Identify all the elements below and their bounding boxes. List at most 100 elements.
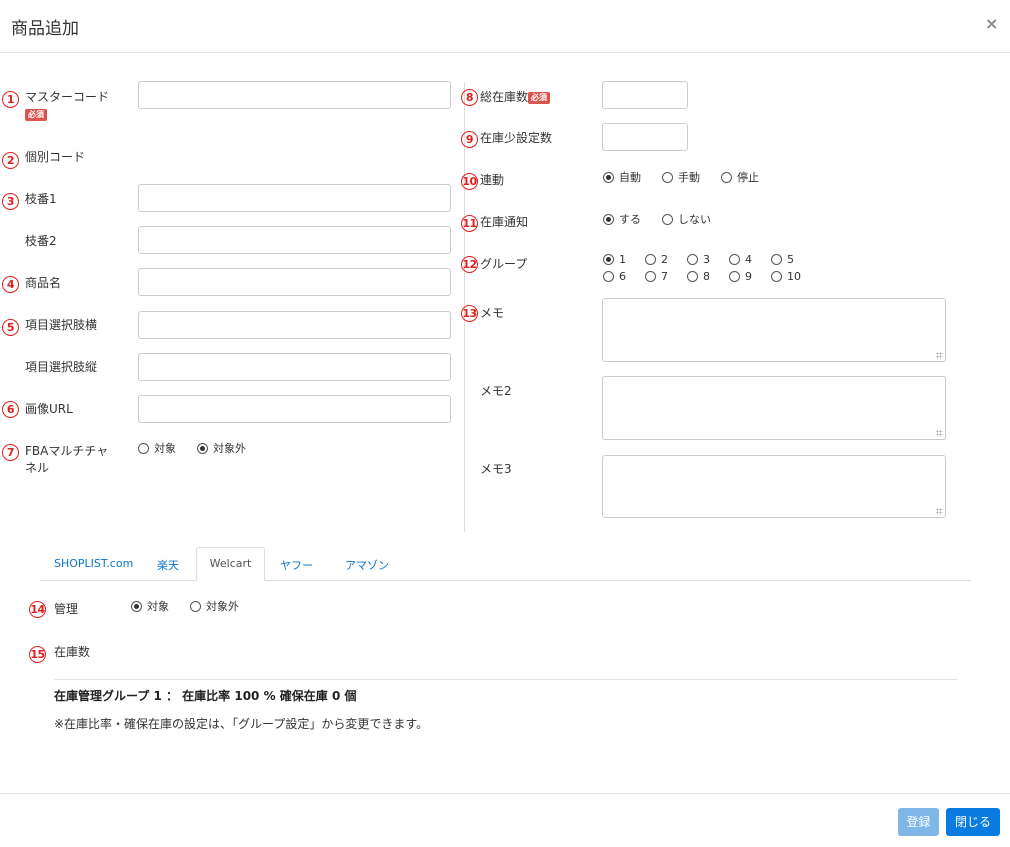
group-label: グループ	[480, 257, 528, 271]
group-radio-9[interactable]: 9	[729, 270, 752, 283]
fba-radio-target[interactable]: 対象	[138, 440, 176, 456]
radio-icon[interactable]	[729, 254, 740, 265]
option-vertical-label: 項目選択肢縦	[25, 360, 98, 374]
memo-label: メモ	[480, 306, 505, 320]
memo3-textarea[interactable]	[602, 455, 946, 518]
radio-icon[interactable]	[138, 442, 149, 454]
number-badge-1: 1	[2, 91, 19, 108]
number-badge-6: 6	[2, 401, 19, 418]
link-radio-manual[interactable]: 手動	[662, 169, 700, 185]
radio-checked-icon[interactable]	[131, 600, 142, 612]
stock-count-label: 在庫数	[54, 645, 91, 659]
low-stock-label: 在庫少設定数	[480, 131, 553, 145]
radio-icon[interactable]	[721, 171, 732, 183]
number-badge-14: 14	[29, 601, 46, 618]
resize-grip-icon[interactable]	[936, 430, 943, 437]
radio-icon[interactable]	[603, 271, 614, 282]
group-radio-5[interactable]: 5	[771, 253, 794, 266]
tab-bar-line	[40, 580, 971, 581]
radio-icon[interactable]	[687, 254, 698, 265]
radio-icon[interactable]	[687, 271, 698, 282]
total-stock-input[interactable]	[602, 81, 688, 109]
radio-checked-icon[interactable]	[603, 213, 614, 225]
manage-label: 管理	[54, 602, 79, 616]
branch2-input[interactable]	[138, 226, 451, 254]
group-radio-4[interactable]: 4	[729, 253, 752, 266]
number-badge-4: 4	[2, 276, 19, 293]
manage-radio-target[interactable]: 対象	[131, 598, 169, 614]
branch2-label: 枝番2	[25, 234, 57, 248]
radio-icon[interactable]	[771, 271, 782, 282]
tab-yahoo[interactable]: ヤフー	[280, 557, 313, 573]
close-button[interactable]: 閉じる	[946, 808, 1000, 836]
manage-radio-nontarget[interactable]: 対象外	[190, 598, 239, 614]
memo2-label: メモ2	[480, 384, 512, 398]
group-radio-3[interactable]: 3	[687, 253, 710, 266]
group-radio-1[interactable]: 1	[603, 253, 626, 266]
master-code-input[interactable]	[138, 81, 451, 109]
close-icon[interactable]: ×	[985, 14, 998, 33]
number-badge-5: 5	[2, 319, 19, 336]
individual-code-label: 個別コード	[25, 150, 86, 164]
radio-checked-icon[interactable]	[197, 442, 208, 454]
stock-notify-label: 在庫通知	[480, 215, 529, 229]
radio-icon[interactable]	[662, 213, 673, 225]
memo3-label: メモ3	[480, 462, 512, 476]
modal-title: 商品追加	[11, 19, 79, 39]
low-stock-input[interactable]	[602, 123, 688, 151]
group-radio-6[interactable]: 6	[603, 270, 626, 283]
panel-divider	[54, 679, 957, 680]
stock-note: ※在庫比率・確保在庫の設定は、「グループ設定」から変更できます。	[54, 717, 429, 731]
tab-welcart[interactable]: Welcart	[196, 547, 265, 581]
radio-icon[interactable]	[190, 600, 201, 612]
option-horizontal-input[interactable]	[138, 311, 451, 339]
group-radio-2[interactable]: 2	[645, 253, 668, 266]
link-label: 連動	[480, 173, 505, 187]
link-radio-auto[interactable]: 自動	[603, 169, 641, 185]
fba-label: FBAマルチチャネル	[25, 444, 109, 475]
number-badge-10: 10	[461, 173, 478, 190]
radio-icon[interactable]	[645, 271, 656, 282]
number-badge-12: 12	[461, 256, 478, 273]
number-badge-13: 13	[461, 305, 478, 322]
group-radio-10[interactable]: 10	[771, 270, 801, 283]
number-badge-11: 11	[461, 215, 478, 232]
resize-grip-icon[interactable]	[936, 352, 943, 359]
group-radio-7[interactable]: 7	[645, 270, 668, 283]
total-stock-label: 総在庫数 必須	[480, 89, 551, 106]
required-badge: 必須	[25, 108, 47, 121]
radio-icon[interactable]	[729, 271, 740, 282]
header-divider	[0, 52, 1010, 53]
notify-radio-yes[interactable]: する	[603, 211, 641, 227]
link-radio-stop[interactable]: 停止	[721, 169, 759, 185]
radio-icon[interactable]	[771, 254, 782, 265]
branch1-input[interactable]	[138, 184, 451, 212]
resize-grip-icon[interactable]	[936, 508, 943, 515]
register-button[interactable]: 登録	[898, 808, 939, 836]
radio-icon[interactable]	[662, 171, 673, 183]
number-badge-2: 2	[2, 152, 19, 169]
required-badge: 必須	[528, 91, 551, 104]
notify-radio-no[interactable]: しない	[662, 211, 711, 227]
tab-shoplist[interactable]: SHOPLIST.com	[54, 557, 133, 570]
number-badge-3: 3	[2, 193, 19, 210]
radio-icon[interactable]	[645, 254, 656, 265]
master-code-label: マスターコード必須	[25, 90, 110, 121]
memo2-textarea[interactable]	[602, 376, 946, 440]
tab-rakuten[interactable]: 楽天	[157, 557, 179, 573]
number-badge-7: 7	[2, 444, 19, 461]
image-url-label: 画像URL	[25, 402, 73, 416]
image-url-input[interactable]	[138, 395, 451, 423]
radio-checked-icon[interactable]	[603, 254, 614, 265]
option-vertical-input[interactable]	[138, 353, 451, 381]
group-radio-8[interactable]: 8	[687, 270, 710, 283]
number-badge-8: 8	[461, 89, 478, 106]
tab-amazon[interactable]: アマゾン	[345, 557, 389, 573]
option-horizontal-label: 項目選択肢横	[25, 318, 98, 332]
branch1-label: 枝番1	[25, 192, 57, 206]
product-name-input[interactable]	[138, 268, 451, 296]
radio-checked-icon[interactable]	[603, 171, 614, 183]
memo-textarea[interactable]	[602, 298, 946, 362]
footer-divider	[0, 793, 1010, 794]
fba-radio-nontarget[interactable]: 対象外	[197, 440, 246, 456]
